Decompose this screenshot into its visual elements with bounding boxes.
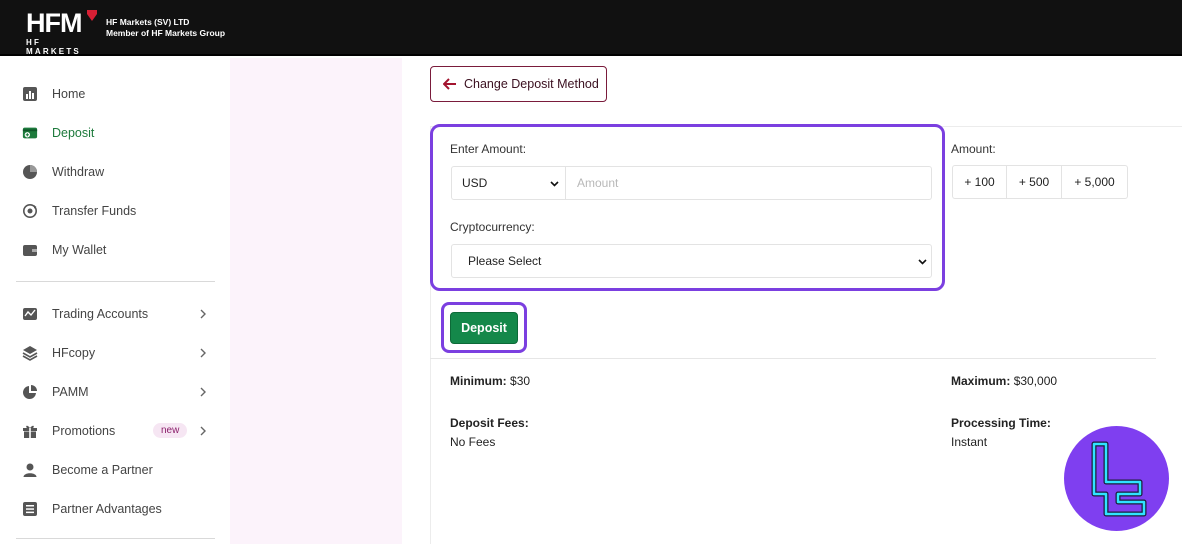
change-deposit-method-button[interactable]: Change Deposit Method [430,66,607,102]
transfer-icon [22,203,38,219]
sidebar-item-label: PAMM [52,384,89,399]
watermark-glyph-icon [1091,441,1147,517]
maximum-label: Maximum: [951,374,1011,388]
sidebar-item-become-partner[interactable]: Become a Partner [0,450,230,489]
sidebar-divider [16,538,215,539]
logo-red-accent [87,10,97,21]
pie-icon [22,384,38,400]
top-header: HFM HF MARKETS HF Markets (SV) LTD Membe… [0,0,1182,56]
layers-icon [22,345,38,361]
processing-time-value: Instant [951,435,988,449]
deposit-button-highlight: Deposit [441,302,527,353]
currency-value: USD [462,176,488,190]
company-name: HF Markets (SV) LTD [106,17,190,27]
chart-line-icon [22,306,38,322]
quick-amount-label: Amount: [951,142,996,156]
minimum-value: $30 [510,374,531,388]
cryptocurrency-label: Cryptocurrency: [450,220,535,234]
processing-time: Processing Time: Instant [951,416,1051,449]
chevron-right-icon [200,426,206,435]
maximum-value: $30,000 [1013,374,1058,388]
sidebar-item-home[interactable]: Home [0,74,230,113]
change-deposit-method-label: Change Deposit Method [464,77,599,91]
chevron-down-icon [918,259,927,265]
sidebar-item-label: Partner Advantages [52,501,162,516]
chevron-down-icon [550,181,559,187]
deposit-wallet-icon [22,125,38,141]
cryptocurrency-select[interactable]: Please Select [451,244,932,278]
sidebar-item-label: Home [52,86,86,101]
new-badge: new [153,423,188,438]
sidebar-item-label: Promotions [52,423,116,438]
deposit-fees: Deposit Fees: No Fees [450,416,529,449]
processing-time-label: Processing Time: [951,416,1051,430]
sidebar-item-label: Withdraw [52,164,105,179]
sidebar-item-label: Deposit [52,125,95,140]
deposit-fees-label: Deposit Fees: [450,416,529,430]
content-gutter [230,58,402,544]
sidebar-item-trading-accounts[interactable]: Trading Accounts [0,294,230,333]
currency-select[interactable]: USD [451,166,566,200]
hfm-logo[interactable]: HFM HF MARKETS [26,10,100,56]
amount-input[interactable] [566,166,932,200]
company-group: Member of HF Markets Group [106,28,226,38]
sidebar-item-partner-advantages[interactable]: Partner Advantages [0,489,230,528]
enter-amount-label: Enter Amount: [450,142,527,156]
deposit-button[interactable]: Deposit [450,312,518,344]
watermark-logo [1064,426,1169,531]
sidebar-divider [16,281,215,282]
sidebar-item-transfer-funds[interactable]: Transfer Funds [0,191,230,230]
minimum-amount: Minimum: $30 [450,374,530,388]
quick-amount-5000-button[interactable]: + 5,000 [1062,166,1127,198]
minimum-label: Minimum: [450,374,507,388]
pie-chart-icon [22,164,38,180]
cryptocurrency-value: Please Select [468,254,542,268]
quick-amount-group: + 100 + 500 + 5,000 [952,165,1128,199]
quick-amount-500-button[interactable]: + 500 [1007,166,1062,198]
chevron-right-icon [200,309,206,318]
section-divider [430,358,1156,359]
person-icon [22,462,38,478]
chevron-right-icon [200,348,206,357]
logo-subtitle: HF MARKETS [26,38,81,56]
chevron-right-icon [200,387,206,396]
quick-amount-100-button[interactable]: + 100 [953,166,1007,198]
sidebar-item-my-wallet[interactable]: My Wallet [0,230,230,269]
list-icon [22,501,38,517]
wallet-icon [22,242,38,258]
arrow-left-icon [443,78,456,90]
sidebar-item-promotions[interactable]: Promotions new [0,411,230,450]
amount-form-highlight: Enter Amount: USD Cryptocurrency: Please… [430,124,945,291]
sidebar-item-pamm[interactable]: PAMM [0,372,230,411]
sidebar-item-withdraw[interactable]: Withdraw [0,152,230,191]
sidebar-item-label: Become a Partner [52,462,153,477]
sidebar: Home Deposit Withdraw Transfer Funds My … [0,58,230,544]
deposit-fees-value: No Fees [450,435,496,449]
bar-chart-icon [22,86,38,102]
sidebar-item-label: My Wallet [52,242,107,257]
sidebar-item-label: Transfer Funds [52,203,137,218]
sidebar-item-label: HFcopy [52,345,96,360]
sidebar-item-deposit[interactable]: Deposit [0,113,230,152]
company-info: HF Markets (SV) LTD Member of HF Markets… [106,17,225,39]
maximum-amount: Maximum: $30,000 [951,374,1057,388]
gift-icon [22,423,38,439]
sidebar-item-label: Trading Accounts [52,306,149,321]
sidebar-item-hfcopy[interactable]: HFcopy [0,333,230,372]
